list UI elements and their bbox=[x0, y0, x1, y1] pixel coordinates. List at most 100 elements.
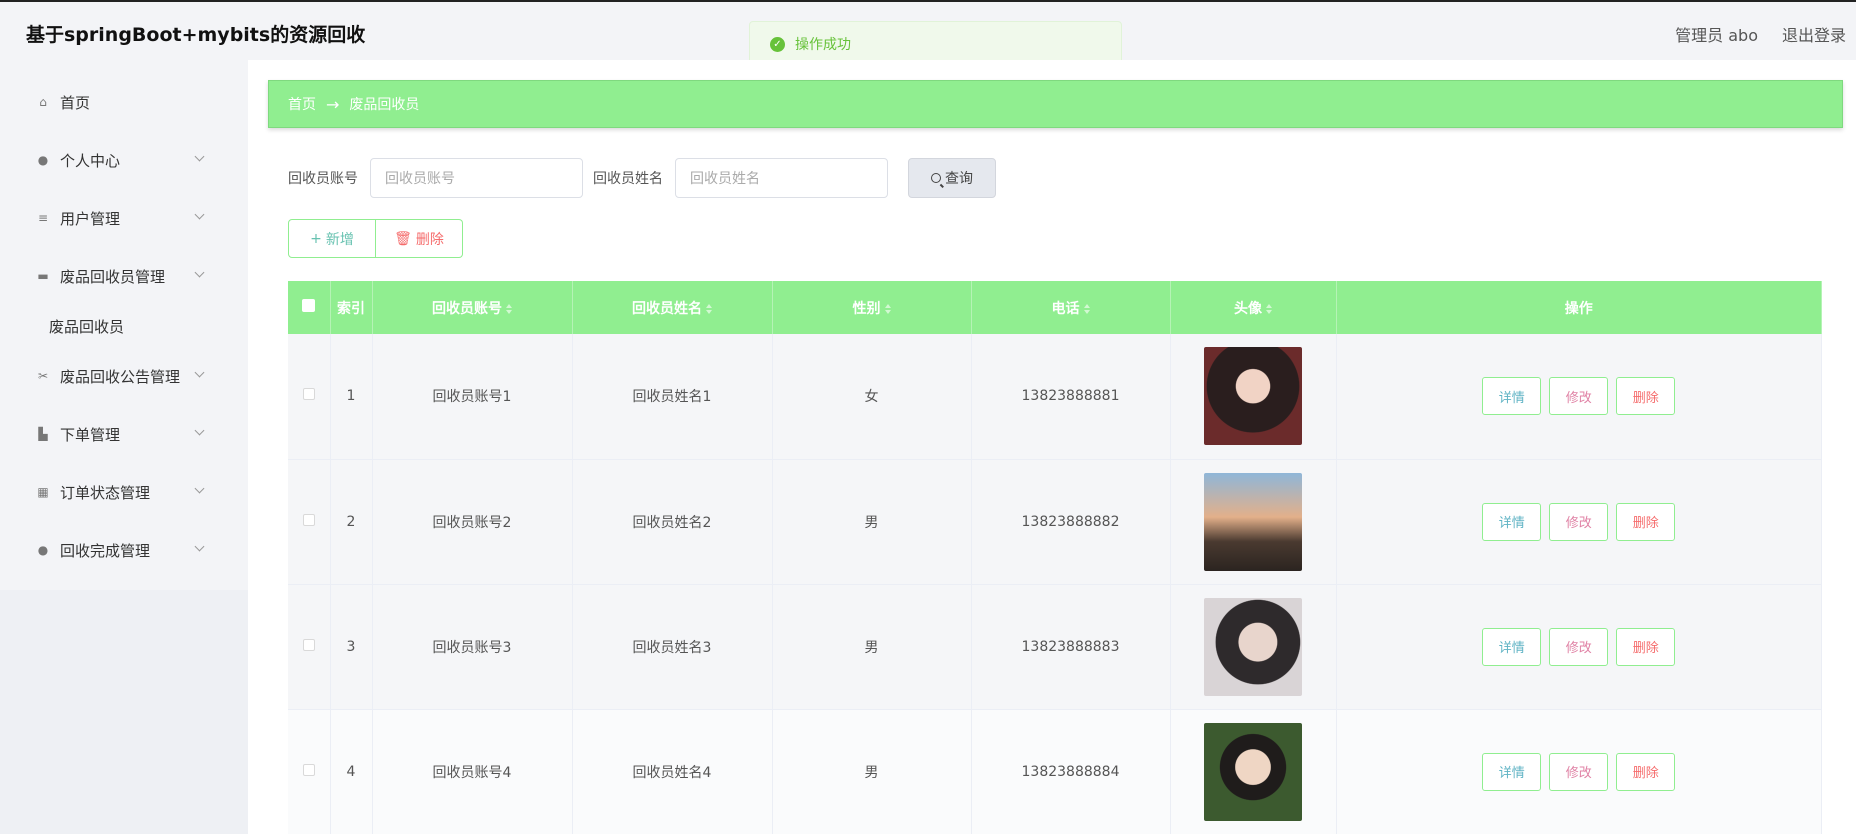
row-checkbox[interactable] bbox=[302, 388, 315, 401]
column-header-name[interactable]: 回收员姓名 bbox=[572, 281, 773, 334]
delete-row-button[interactable]: 删除 bbox=[1616, 502, 1676, 541]
column-header-index: 索引 bbox=[330, 281, 373, 334]
column-header-gender[interactable]: 性别 bbox=[772, 281, 972, 334]
cell-gender: 男 bbox=[772, 709, 972, 834]
table-row: 4 回收员账号4 回收员姓名4 男 13823888884 详情 修改 删除 bbox=[288, 709, 1822, 834]
trash-icon: 🗑 bbox=[394, 230, 412, 247]
detail-button[interactable]: 详情 bbox=[1482, 627, 1542, 666]
select-all-cell[interactable] bbox=[288, 281, 331, 334]
cell-operation: 详情 修改 删除 bbox=[1336, 459, 1822, 585]
cell-gender: 男 bbox=[772, 459, 972, 585]
cell-avatar bbox=[1170, 459, 1337, 585]
table-row: 2 回收员账号2 回收员姓名2 男 13823888882 详情 修改 删除 bbox=[288, 459, 1822, 585]
sidebar-item-notice-management[interactable]: ✂ 废品回收公告管理 bbox=[14, 347, 217, 405]
cell-index: 4 bbox=[330, 709, 373, 834]
delete-button-label: 删除 bbox=[415, 231, 444, 248]
cell-avatar bbox=[1170, 584, 1337, 710]
column-header-account[interactable]: 回收员账号 bbox=[372, 281, 573, 334]
delete-row-button[interactable]: 删除 bbox=[1616, 377, 1676, 416]
sort-icon[interactable] bbox=[1266, 303, 1272, 314]
sort-icon[interactable] bbox=[506, 303, 512, 314]
sidebar-item-label: 用户管理 bbox=[60, 209, 121, 228]
sidebar-bottom-area bbox=[0, 590, 248, 834]
grid-icon: ▦ bbox=[37, 485, 49, 499]
row-checkbox[interactable] bbox=[302, 763, 315, 776]
row-checkbox[interactable] bbox=[302, 638, 315, 651]
chevron-down-icon bbox=[194, 425, 205, 436]
sidebar-item-label: 废品回收公告管理 bbox=[60, 367, 181, 386]
cell-phone: 13823888883 bbox=[971, 584, 1171, 710]
cell-name: 回收员姓名2 bbox=[572, 459, 773, 585]
breadcrumb-home[interactable]: 首页 bbox=[288, 94, 316, 114]
toast-message: 操作成功 bbox=[795, 37, 851, 53]
chevron-down-icon bbox=[194, 483, 205, 494]
sort-icon[interactable] bbox=[1083, 303, 1090, 314]
sidebar-item-personal-center[interactable]: ● 个人中心 bbox=[14, 131, 217, 189]
sort-icon[interactable] bbox=[884, 303, 891, 314]
edit-button[interactable]: 修改 bbox=[1549, 502, 1609, 541]
sidebar-item-recycler-management[interactable]: ▬ 废品回收员管理 bbox=[14, 247, 217, 305]
breadcrumb-arrow-icon: → bbox=[326, 94, 340, 114]
sidebar-subitem-recycler[interactable]: 废品回收员 bbox=[14, 305, 217, 347]
avatar[interactable] bbox=[1204, 472, 1302, 571]
search-button[interactable]: 查询 bbox=[908, 158, 996, 198]
check-circle-icon: ✓ bbox=[770, 36, 785, 52]
sidebar-menu: ⌂ 首页 ● 个人中心 ≡ 用户管理 ▬ 废品回收员管理 废品回收员 ✂ 废品回… bbox=[14, 73, 217, 583]
home-icon: ⌂ bbox=[39, 95, 47, 109]
cell-operation: 详情 修改 删除 bbox=[1336, 709, 1822, 834]
chevron-down-icon bbox=[194, 267, 205, 278]
sidebar-item-recycle-complete[interactable]: ● 回收完成管理 bbox=[14, 521, 217, 579]
column-header-avatar[interactable]: 头像 bbox=[1170, 281, 1337, 334]
cell-gender: 男 bbox=[772, 584, 972, 710]
name-search-input[interactable]: 回收员姓名 bbox=[675, 158, 888, 198]
table-row: 3 回收员账号3 回收员姓名3 男 13823888883 详情 修改 删除 bbox=[288, 584, 1822, 710]
row-checkbox[interactable] bbox=[302, 513, 315, 526]
sidebar-item-user-management[interactable]: ≡ 用户管理 bbox=[14, 189, 217, 247]
select-all-checkbox[interactable] bbox=[302, 299, 316, 312]
chevron-down-icon bbox=[194, 151, 205, 162]
avatar[interactable] bbox=[1204, 597, 1302, 696]
detail-button[interactable]: 详情 bbox=[1482, 752, 1542, 791]
table-header-row: 索引 回收员账号 回收员姓名 性别 电话 头像 操作 bbox=[288, 281, 1822, 334]
cell-index: 3 bbox=[330, 584, 373, 710]
logout-link[interactable]: 退出登录 bbox=[1782, 22, 1846, 46]
avatar[interactable] bbox=[1204, 347, 1302, 446]
sort-icon[interactable] bbox=[706, 303, 712, 314]
main-content: 首页 → 废品回收员 回收员账号 回收员账号 回收员姓名 回收员姓名 查询 + … bbox=[248, 60, 1856, 834]
admin-username[interactable]: 管理员 abo bbox=[1675, 22, 1758, 46]
column-header-phone[interactable]: 电话 bbox=[971, 281, 1171, 334]
avatar[interactable] bbox=[1204, 722, 1302, 821]
sidebar-item-order-status[interactable]: ▦ 订单状态管理 bbox=[14, 463, 217, 521]
delete-row-button[interactable]: 删除 bbox=[1616, 752, 1676, 791]
cell-name: 回收员姓名1 bbox=[572, 334, 773, 460]
detail-button[interactable]: 详情 bbox=[1482, 502, 1542, 541]
column-header-operation: 操作 bbox=[1336, 281, 1822, 334]
app-title: 基于springBoot+mybits的资源回收 bbox=[26, 24, 366, 46]
delete-row-button[interactable]: 删除 bbox=[1616, 627, 1676, 666]
cell-account: 回收员账号2 bbox=[372, 459, 573, 585]
account-search-input[interactable]: 回收员账号 bbox=[370, 158, 583, 198]
table-row: 1 回收员账号1 回收员姓名1 女 13823888881 详情 修改 删除 bbox=[288, 334, 1822, 460]
user-icon: ● bbox=[37, 153, 49, 167]
edit-button[interactable]: 修改 bbox=[1549, 627, 1609, 666]
thumb-icon: ▙ bbox=[38, 427, 48, 441]
cell-gender: 女 bbox=[772, 334, 972, 460]
cell-phone: 13823888884 bbox=[971, 709, 1171, 834]
add-button[interactable]: + 新增 bbox=[288, 219, 376, 258]
sidebar-item-label: 下单管理 bbox=[60, 425, 121, 444]
chevron-down-icon bbox=[194, 367, 205, 378]
sidebar-item-home[interactable]: ⌂ 首页 bbox=[14, 73, 217, 131]
cell-index: 2 bbox=[330, 459, 373, 585]
recycler-table: 索引 回收员账号 回收员姓名 性别 电话 头像 操作 1 回收员账号1 回收员姓… bbox=[288, 281, 1822, 834]
edit-button[interactable]: 修改 bbox=[1549, 752, 1609, 791]
batch-delete-button[interactable]: 🗑 删除 bbox=[376, 219, 463, 258]
account-label: 回收员账号 bbox=[288, 171, 358, 187]
cell-operation: 详情 修改 删除 bbox=[1336, 334, 1822, 460]
cell-name: 回收员姓名4 bbox=[572, 709, 773, 834]
sidebar-item-order-management[interactable]: ▙ 下单管理 bbox=[14, 405, 217, 463]
detail-button[interactable]: 详情 bbox=[1482, 377, 1542, 416]
search-form: 回收员账号 回收员账号 回收员姓名 回收员姓名 查询 bbox=[288, 158, 996, 198]
edit-button[interactable]: 修改 bbox=[1549, 377, 1609, 416]
action-buttons: + 新增 🗑 删除 bbox=[288, 219, 463, 258]
cell-account: 回收员账号1 bbox=[372, 334, 573, 460]
